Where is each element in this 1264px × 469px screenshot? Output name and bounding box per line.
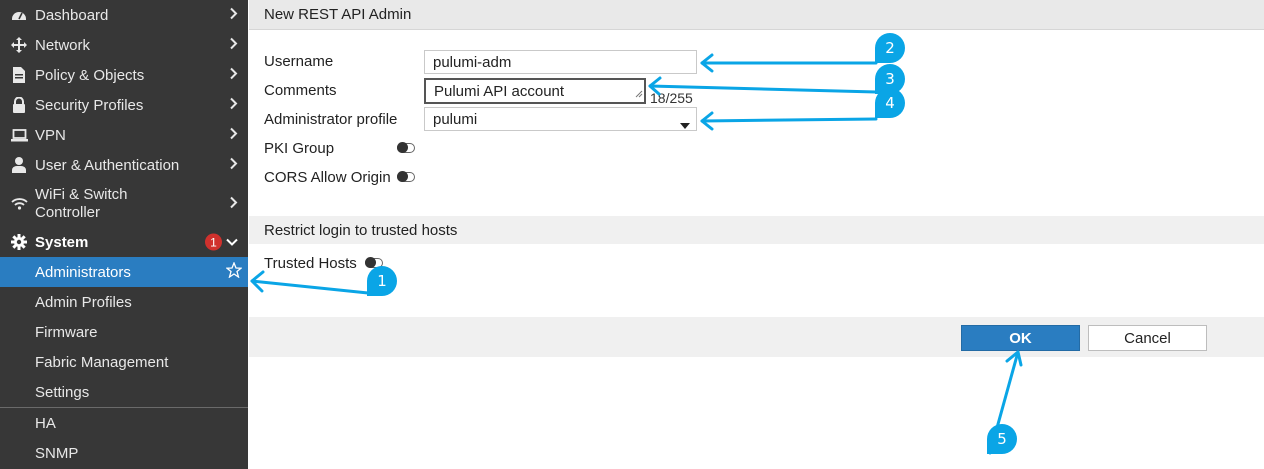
comments-label: Comments (264, 82, 337, 99)
comments-char-counter: 18/255 (650, 90, 693, 106)
sidebar-item-settings[interactable]: Settings (0, 377, 248, 407)
sidebar-item-label: Settings (35, 383, 90, 401)
sidebar: Dashboard Network Policy & Objects Secur… (0, 0, 248, 469)
resize-handle-icon[interactable] (635, 85, 643, 102)
arrowhead-4 (700, 111, 714, 131)
star-icon[interactable] (225, 261, 243, 282)
dashboard-icon (10, 8, 28, 22)
sidebar-item-label: SNMP (35, 444, 79, 462)
chevron-right-icon (230, 97, 238, 114)
username-label: Username (264, 53, 334, 70)
sidebar-item-label: Security Profiles (35, 96, 144, 114)
sidebar-item-ha[interactable]: HA (0, 408, 248, 438)
sidebar-item-security-profiles[interactable]: Security Profiles (0, 90, 248, 120)
lock-icon (10, 97, 28, 113)
trusted-hosts-label: Trusted Hosts (264, 255, 357, 272)
ok-button[interactable]: OK (961, 325, 1080, 351)
notification-badge: 1 (205, 233, 222, 251)
chevron-right-icon (230, 195, 238, 212)
pki-group-label: PKI Group (264, 140, 335, 157)
callout-5: 5 (987, 424, 1017, 454)
sidebar-item-system[interactable]: System 1 (0, 227, 248, 257)
sidebar-item-policy-objects[interactable]: Policy & Objects (0, 60, 248, 90)
chevron-right-icon (230, 7, 238, 24)
admin-profile-select[interactable]: pulumi (424, 107, 697, 131)
page-title: New REST API Admin (249, 0, 1264, 30)
caret-down-icon (680, 116, 690, 133)
sidebar-item-snmp[interactable]: SNMP (0, 438, 248, 468)
cors-allow-origin-toggle[interactable] (397, 171, 415, 182)
username-field[interactable]: pulumi-adm (424, 50, 697, 74)
callout-1: 1 (367, 266, 397, 296)
move-arrows-icon (10, 37, 28, 53)
sidebar-item-wifi-switch-controller[interactable]: WiFi & Switch Controller (0, 181, 248, 226)
chevron-right-icon (230, 67, 238, 84)
sidebar-item-fabric-management[interactable]: Fabric Management (0, 347, 248, 377)
gear-icon (10, 234, 28, 250)
chevron-right-icon (230, 157, 238, 174)
sidebar-item-label: Fabric Management (35, 353, 169, 371)
chevron-right-icon (230, 127, 238, 144)
sidebar-item-label: Dashboard (35, 6, 109, 24)
sidebar-item-label: Administrators (35, 263, 131, 281)
sidebar-item-label: VPN (35, 126, 66, 144)
laptop-icon (10, 128, 28, 142)
document-icon (10, 67, 28, 83)
cors-allow-origin-label: CORS Allow Origin (264, 169, 391, 186)
comments-textarea[interactable]: Pulumi API account (424, 78, 646, 104)
sidebar-item-label: Firmware (35, 323, 98, 341)
user-icon (10, 157, 28, 173)
arrow-4 (700, 117, 878, 123)
pki-group-toggle[interactable] (397, 142, 415, 153)
sidebar-item-user-authentication[interactable]: User & Authentication (0, 150, 248, 180)
callout-2: 2 (875, 33, 905, 63)
admin-profile-value: pulumi (433, 110, 478, 128)
comments-value: Pulumi API account (434, 82, 565, 100)
arrowhead-2 (700, 53, 714, 73)
sidebar-item-label: Network (35, 36, 91, 54)
cancel-button[interactable]: Cancel (1088, 325, 1207, 351)
label-line-2: Controller (35, 203, 101, 221)
sidebar-item-firmware[interactable]: Firmware (0, 317, 248, 347)
sidebar-item-label: Policy & Objects (35, 66, 145, 84)
sidebar-item-vpn[interactable]: VPN (0, 120, 248, 150)
sidebar-item-network[interactable]: Network (0, 30, 248, 60)
admin-profile-label: Administrator profile (264, 111, 398, 128)
arrow-1 (250, 279, 370, 295)
username-value: pulumi-adm (433, 53, 512, 71)
sidebar-item-dashboard[interactable]: Dashboard (0, 0, 248, 30)
sidebar-item-label: Admin Profiles (35, 293, 132, 311)
trusted-hosts-section-header: Restrict login to trusted hosts (249, 216, 1264, 244)
sidebar-item-label: WiFi & Switch Controller (35, 186, 128, 222)
label-line-1: WiFi & Switch (35, 185, 128, 203)
sidebar-item-admin-profiles[interactable]: Admin Profiles (0, 287, 248, 317)
wifi-icon (10, 197, 28, 210)
arrowhead-1 (250, 270, 265, 293)
sidebar-item-label: System (35, 233, 89, 251)
sidebar-item-label: User & Authentication (35, 156, 180, 174)
callout-4: 4 (875, 88, 905, 118)
sidebar-item-administrators[interactable]: Administrators (0, 257, 248, 287)
sidebar-item-label: HA (35, 414, 56, 432)
chevron-right-icon (230, 37, 238, 54)
chevron-down-icon (226, 234, 238, 251)
